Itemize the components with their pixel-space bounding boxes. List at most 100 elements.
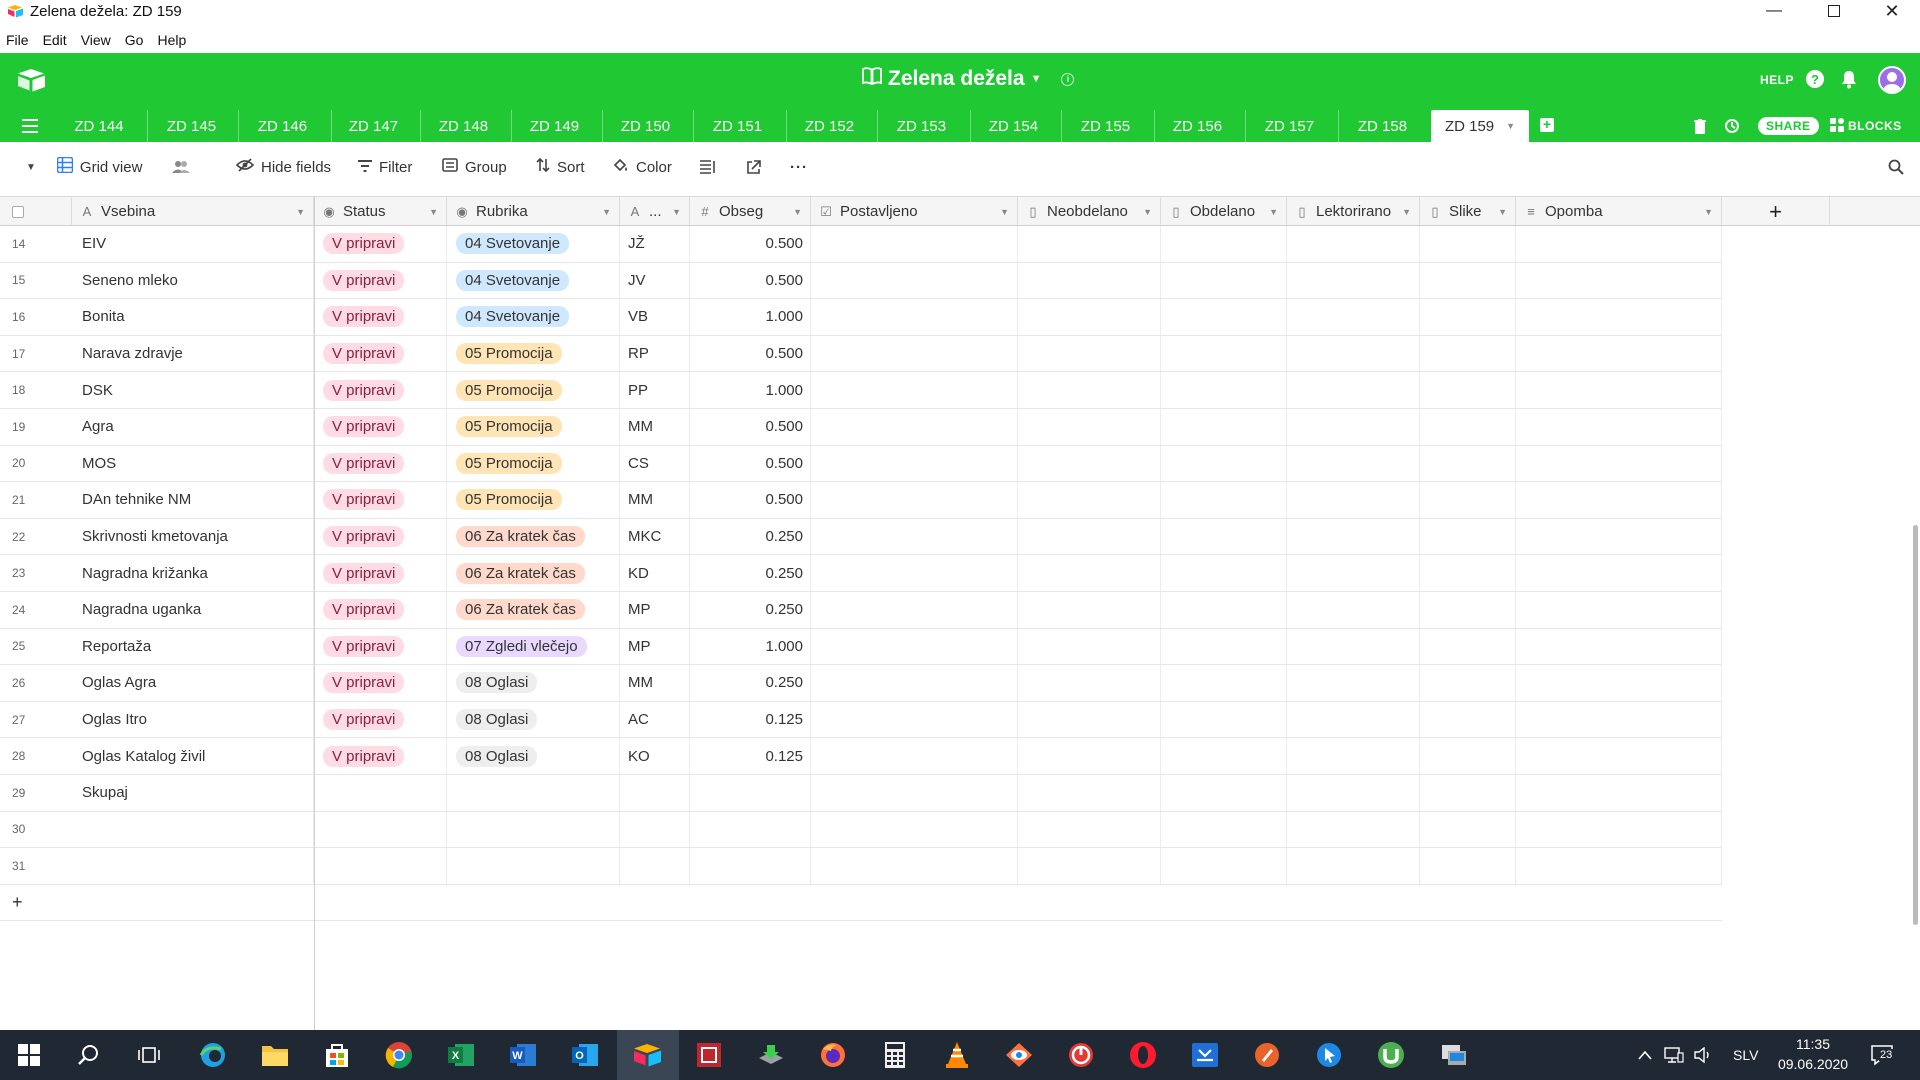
- cell-author[interactable]: AC: [620, 701, 690, 738]
- network-app-icon[interactable]: [1438, 1040, 1468, 1070]
- cell-slike[interactable]: [1420, 592, 1516, 628]
- color-button[interactable]: Color: [613, 152, 672, 182]
- cell-opomba[interactable]: [1516, 518, 1722, 555]
- cell-obseg[interactable]: 0.500: [690, 445, 811, 482]
- cell-status[interactable]: [314, 848, 447, 884]
- cell-lektorirano[interactable]: [1287, 518, 1420, 555]
- cell-vsebina[interactable]: Reportaža: [72, 628, 314, 665]
- calculator-icon[interactable]: [880, 1040, 910, 1070]
- table-row[interactable]: 15 Seneno mleko V pripravi 04 Svetovanje JV 0…: [0, 262, 1722, 300]
- view-switcher[interactable]: ▼ Grid view: [26, 152, 142, 182]
- tab-zd-154[interactable]: ZD 154: [970, 110, 1056, 142]
- avatar[interactable]: [1878, 66, 1906, 94]
- cell-rubrika[interactable]: 05 Promocija: [447, 335, 620, 372]
- cell-postavljeno[interactable]: [811, 738, 1018, 774]
- cell-author[interactable]: JV: [620, 262, 690, 299]
- cell-vsebina[interactable]: DAn tehnike NM: [72, 482, 314, 518]
- start-button[interactable]: [14, 1040, 44, 1070]
- cell-author[interactable]: KO: [620, 738, 690, 774]
- cell-author[interactable]: MKC: [620, 518, 690, 555]
- store-icon[interactable]: [322, 1040, 352, 1070]
- cell-postavljeno[interactable]: [811, 262, 1018, 299]
- eye-app-icon[interactable]: [1004, 1040, 1034, 1070]
- cell-obdelano[interactable]: [1161, 518, 1287, 555]
- cell-opomba[interactable]: [1516, 848, 1722, 884]
- column-header-slike[interactable]: ▯ Slike ▼: [1420, 197, 1516, 226]
- column-header-neobdelano[interactable]: ▯ Neobdelano ▼: [1018, 197, 1161, 226]
- tab-zd-147[interactable]: ZD 147: [331, 110, 415, 142]
- column-menu-caret-icon[interactable]: ▼: [1143, 207, 1152, 217]
- cell-vsebina[interactable]: [72, 848, 314, 884]
- cell-obdelano[interactable]: [1161, 592, 1287, 628]
- cell-obdelano[interactable]: [1161, 848, 1287, 884]
- cell-slike[interactable]: [1420, 226, 1516, 262]
- cell-status[interactable]: V pripravi: [314, 701, 447, 738]
- cell-neobdelano[interactable]: [1018, 665, 1161, 701]
- cell-author[interactable]: MM: [620, 482, 690, 518]
- language-indicator[interactable]: SLV: [1733, 1030, 1758, 1080]
- cell-rubrika[interactable]: 08 Oglasi: [447, 665, 620, 701]
- cell-obseg[interactable]: [690, 811, 811, 848]
- share-view-icon[interactable]: [746, 152, 761, 182]
- filter-button[interactable]: Filter: [358, 152, 412, 182]
- cell-slike[interactable]: [1420, 518, 1516, 555]
- cell-neobdelano[interactable]: [1018, 775, 1161, 811]
- column-header-lektorirano[interactable]: ▯ Lektorirano ▼: [1287, 197, 1420, 226]
- cell-author[interactable]: MM: [620, 665, 690, 701]
- tab-zd-155[interactable]: ZD 155: [1061, 110, 1149, 142]
- cell-obseg[interactable]: 0.125: [690, 738, 811, 774]
- table-row[interactable]: 25 Reportaža V pripravi 07 Zgledi vlečejo MP…: [0, 628, 1722, 666]
- cell-rubrika[interactable]: 05 Promocija: [447, 445, 620, 482]
- cell-slike[interactable]: [1420, 299, 1516, 335]
- cell-obseg[interactable]: 0.500: [690, 226, 811, 262]
- column-menu-caret-icon[interactable]: ▼: [1269, 207, 1278, 217]
- cell-postavljeno[interactable]: [811, 482, 1018, 518]
- cell-obdelano[interactable]: [1161, 409, 1287, 445]
- cell-slike[interactable]: [1420, 701, 1516, 738]
- cell-opomba[interactable]: [1516, 811, 1722, 848]
- cell-slike[interactable]: [1420, 628, 1516, 665]
- hamburger-menu-icon[interactable]: [22, 119, 38, 133]
- column-menu-caret-icon[interactable]: ▼: [1402, 207, 1411, 217]
- cell-obseg[interactable]: 0.500: [690, 335, 811, 372]
- cell-vsebina[interactable]: [72, 811, 314, 848]
- cell-postavljeno[interactable]: [811, 445, 1018, 482]
- cell-slike[interactable]: [1420, 445, 1516, 482]
- cell-obseg[interactable]: 0.250: [690, 555, 811, 591]
- cell-neobdelano[interactable]: [1018, 372, 1161, 408]
- cell-obdelano[interactable]: [1161, 738, 1287, 774]
- cell-opomba[interactable]: [1516, 775, 1722, 811]
- cell-neobdelano[interactable]: [1018, 299, 1161, 335]
- table-row[interactable]: 28 Oglas Katalog živil V pripravi 08 Oglasi…: [0, 738, 1722, 775]
- cell-status[interactable]: V pripravi: [314, 409, 447, 445]
- cell-status[interactable]: V pripravi: [314, 555, 447, 591]
- cell-vsebina[interactable]: EIV: [72, 226, 314, 262]
- column-header-truncated[interactable]: A... ▼: [620, 197, 690, 226]
- app-installer-icon[interactable]: [756, 1040, 786, 1070]
- cell-slike[interactable]: [1420, 409, 1516, 445]
- cell-status[interactable]: V pripravi: [314, 335, 447, 372]
- table-row[interactable]: 26 Oglas Agra V pripravi 08 Oglasi MM 0.250: [0, 665, 1722, 702]
- cell-lektorirano[interactable]: [1287, 701, 1420, 738]
- column-menu-caret-icon[interactable]: ▼: [1498, 207, 1507, 217]
- cell-lektorirano[interactable]: [1287, 848, 1420, 884]
- cell-postavljeno[interactable]: [811, 335, 1018, 372]
- column-menu-caret-icon[interactable]: ▼: [429, 207, 438, 217]
- cell-rubrika[interactable]: 06 Za kratek čas: [447, 592, 620, 628]
- cell-obdelano[interactable]: [1161, 628, 1287, 665]
- cell-rubrika[interactable]: 08 Oglasi: [447, 701, 620, 738]
- search-taskbar-icon[interactable]: [74, 1040, 104, 1070]
- cell-status[interactable]: V pripravi: [314, 628, 447, 665]
- cell-opomba[interactable]: [1516, 335, 1722, 372]
- cell-vsebina[interactable]: MOS: [72, 445, 314, 482]
- cell-obseg[interactable]: 0.500: [690, 482, 811, 518]
- cell-rubrika[interactable]: 07 Zgledi vlečejo: [447, 628, 620, 665]
- cell-author[interactable]: MM: [620, 409, 690, 445]
- cell-author[interactable]: PP: [620, 372, 690, 408]
- cell-neobdelano[interactable]: [1018, 226, 1161, 262]
- tab-zd-148[interactable]: ZD 148: [420, 110, 506, 142]
- cell-obseg[interactable]: 1.000: [690, 299, 811, 335]
- cell-author[interactable]: RP: [620, 335, 690, 372]
- tab-zd-150[interactable]: ZD 150: [602, 110, 688, 142]
- tab-zd-158[interactable]: ZD 158: [1338, 110, 1426, 142]
